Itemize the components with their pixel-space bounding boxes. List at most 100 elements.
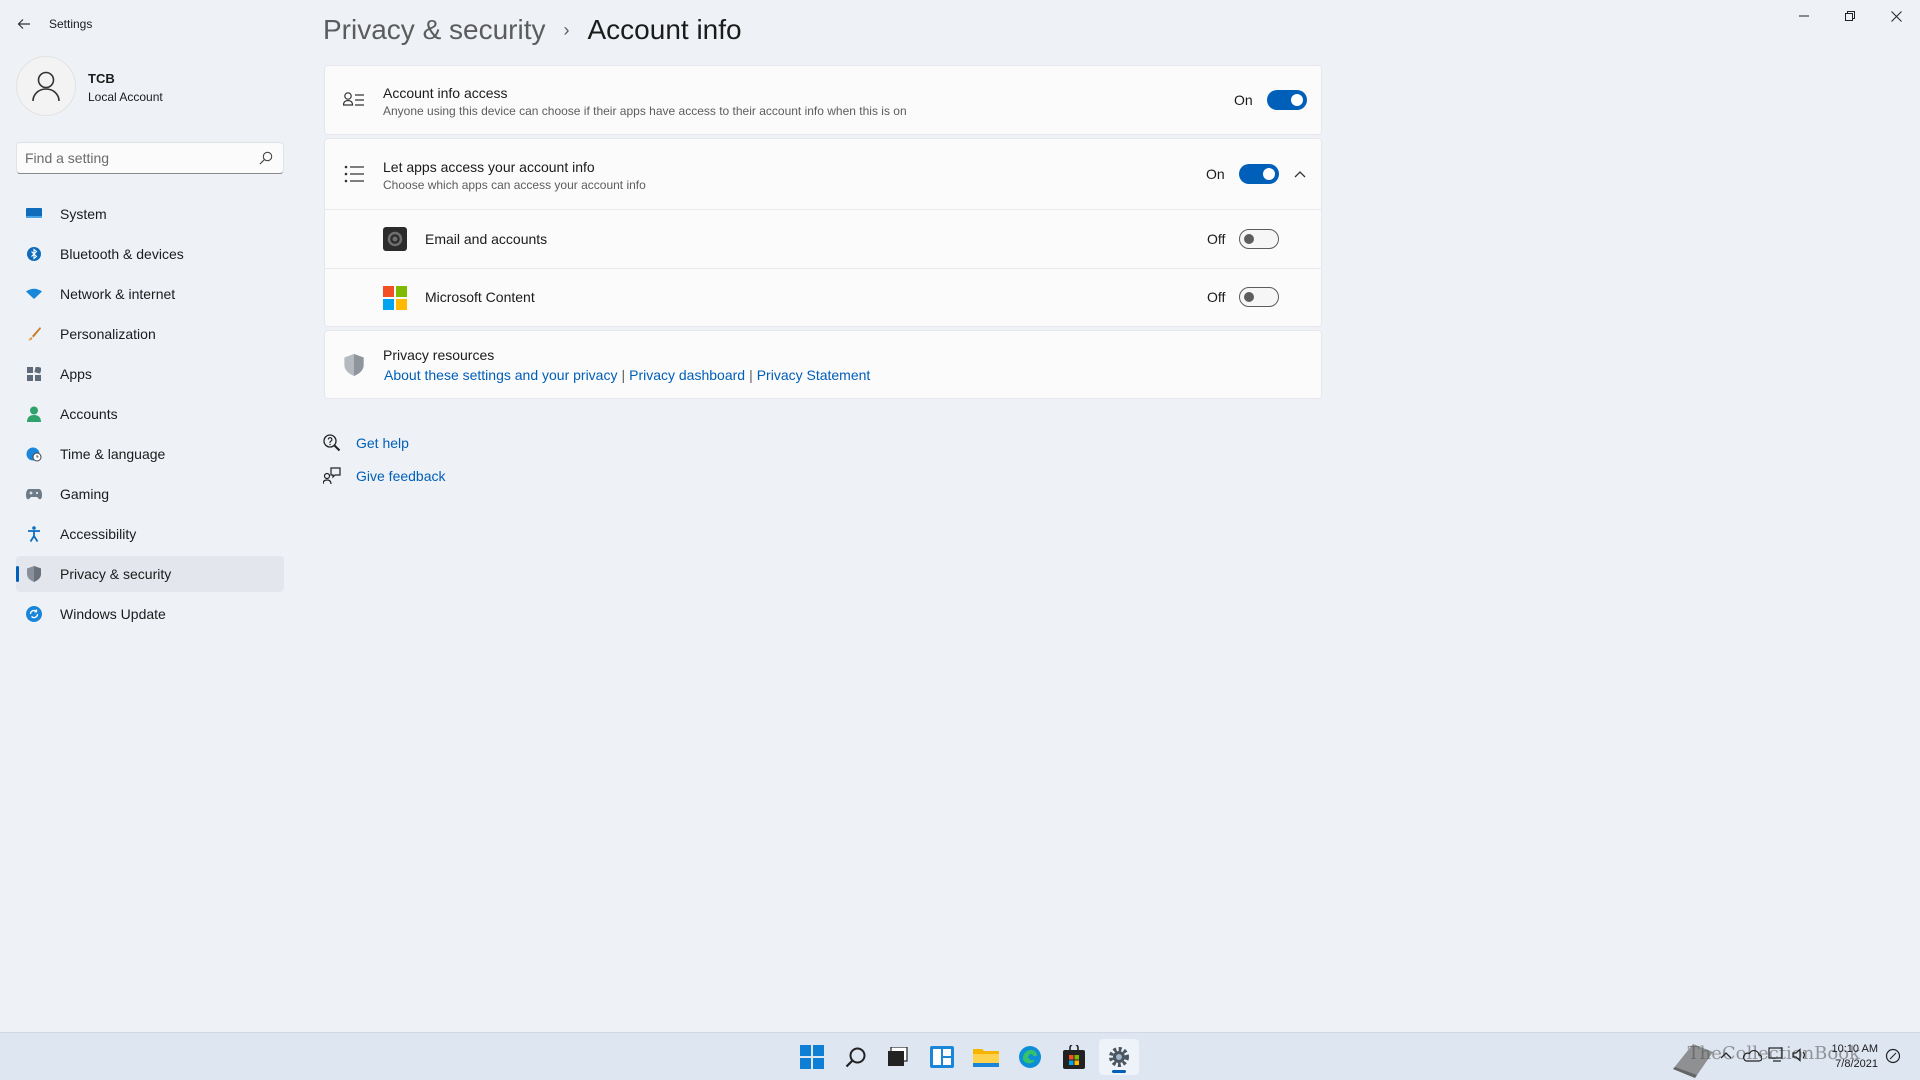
app-name: Email and accounts xyxy=(425,231,548,247)
sidebar-item-system[interactable]: System xyxy=(16,196,284,232)
privacy-resources-card: Privacy resources About these settings a… xyxy=(324,330,1322,399)
link-separator: | xyxy=(621,367,626,383)
sidebar-item-label: Network & internet xyxy=(60,286,176,302)
sidebar-item-privacy-security[interactable]: Privacy & security xyxy=(16,556,284,592)
file-explorer-button[interactable] xyxy=(966,1039,1006,1075)
search-input[interactable] xyxy=(25,143,245,173)
account-info-access-toggle[interactable] xyxy=(1267,90,1307,110)
network-icon[interactable] xyxy=(1768,1047,1786,1063)
privacy-statement-link[interactable]: Privacy Statement xyxy=(757,367,871,383)
about-privacy-link[interactable]: About these settings and your privacy xyxy=(384,367,617,383)
globe-clock-icon xyxy=(26,446,42,462)
settings-window: Settings TCB Local Account System Blueto… xyxy=(0,0,1920,1032)
breadcrumb-parent-link[interactable]: Privacy & security xyxy=(323,14,546,46)
sidebar-item-label: System xyxy=(60,206,107,222)
toggle-knob xyxy=(1244,234,1254,244)
page-title: Account info xyxy=(587,14,742,45)
app-row-microsoft-content: Microsoft Content Off xyxy=(325,269,1321,327)
taskbar-search-button[interactable] xyxy=(836,1039,876,1075)
sidebar-item-label: Gaming xyxy=(60,486,110,502)
email-accounts-app-icon xyxy=(383,227,407,251)
accounts-icon xyxy=(26,406,42,422)
start-button[interactable] xyxy=(792,1039,832,1075)
give-feedback-row[interactable]: Give feedback xyxy=(322,464,446,488)
user-icon xyxy=(32,71,60,102)
sidebar-item-network[interactable]: Network & internet xyxy=(16,276,284,312)
privacy-resources-title: Privacy resources xyxy=(383,347,495,363)
sidebar-item-label: Accounts xyxy=(60,406,118,422)
sidebar-item-windows-update[interactable]: Windows Update xyxy=(16,596,284,632)
onedrive-icon[interactable] xyxy=(1742,1048,1762,1062)
get-help-link[interactable]: Get help xyxy=(356,435,409,451)
search-icon[interactable] xyxy=(259,151,273,165)
privacy-dashboard-link[interactable]: Privacy dashboard xyxy=(629,367,745,383)
microsoft-logo-icon xyxy=(383,286,407,310)
settings-taskbar-button[interactable] xyxy=(1099,1039,1139,1075)
let-apps-access-card: Let apps access your account info Choose… xyxy=(324,138,1322,327)
back-button[interactable] xyxy=(12,12,36,36)
sidebar-item-gaming[interactable]: Gaming xyxy=(16,476,284,512)
app-title: Settings xyxy=(49,17,93,31)
sidebar-item-bluetooth[interactable]: Bluetooth & devices xyxy=(16,236,284,272)
app-name: Microsoft Content xyxy=(425,289,535,305)
edge-button[interactable] xyxy=(1010,1039,1050,1075)
get-help-row[interactable]: Get help xyxy=(322,431,409,455)
taskbar: TheCollectionBook 10:10 AM 7/8/2021 xyxy=(0,1032,1920,1080)
list-icon xyxy=(343,163,365,185)
settings-icon xyxy=(1109,1047,1129,1067)
sidebar-item-label: Time & language xyxy=(60,446,166,462)
let-apps-access-header[interactable]: Let apps access your account info Choose… xyxy=(325,139,1321,209)
app-state: Off xyxy=(1207,289,1226,305)
close-icon xyxy=(1890,10,1902,22)
task-view-icon xyxy=(888,1047,908,1066)
search-box xyxy=(16,142,284,174)
profile-account-type: Local Account xyxy=(88,90,163,104)
toggle-knob xyxy=(1291,94,1303,106)
search-icon xyxy=(845,1047,866,1068)
shield-icon xyxy=(343,354,365,376)
notification-icon[interactable] xyxy=(1885,1048,1901,1064)
start-icon xyxy=(800,1045,824,1069)
account-info-access-state: On xyxy=(1234,92,1253,108)
let-apps-access-toggle[interactable] xyxy=(1239,164,1279,184)
sidebar-item-apps[interactable]: Apps xyxy=(16,356,284,392)
minimize-button[interactable] xyxy=(1781,0,1827,32)
give-feedback-link[interactable]: Give feedback xyxy=(356,468,446,484)
volume-icon[interactable] xyxy=(1792,1048,1808,1062)
store-icon xyxy=(1063,1045,1085,1069)
toggle-knob xyxy=(1244,292,1254,302)
app-state: Off xyxy=(1207,231,1226,247)
close-button[interactable] xyxy=(1873,0,1919,32)
sidebar-item-accessibility[interactable]: Accessibility xyxy=(16,516,284,552)
sidebar-nav: System Bluetooth & devices Network & int… xyxy=(16,196,284,636)
brush-icon xyxy=(26,326,42,342)
shield-icon xyxy=(26,566,42,582)
file-explorer-icon xyxy=(973,1049,999,1067)
let-apps-access-title: Let apps access your account info xyxy=(383,159,595,175)
edge-icon xyxy=(1019,1046,1041,1068)
restore-icon xyxy=(1845,11,1855,21)
email-accounts-toggle[interactable] xyxy=(1239,229,1279,249)
chevron-up-icon[interactable] xyxy=(1720,1051,1732,1059)
title-bar: Settings xyxy=(0,0,1920,48)
task-view-button[interactable] xyxy=(878,1039,918,1075)
store-button[interactable] xyxy=(1054,1039,1094,1075)
let-apps-access-state: On xyxy=(1206,166,1225,182)
get-help-icon xyxy=(322,433,342,453)
sidebar-item-personalization[interactable]: Personalization xyxy=(16,316,284,352)
wifi-icon xyxy=(26,286,42,302)
chevron-up-icon[interactable] xyxy=(1292,166,1308,182)
widgets-button[interactable] xyxy=(922,1039,962,1075)
microsoft-content-toggle[interactable] xyxy=(1239,287,1279,307)
account-info-access-card: Account info access Anyone using this de… xyxy=(324,65,1322,135)
taskbar-clock[interactable]: 10:10 AM 7/8/2021 xyxy=(1832,1042,1878,1072)
sidebar-item-label: Apps xyxy=(60,366,92,382)
minimize-icon xyxy=(1799,15,1809,17)
widgets-icon xyxy=(930,1046,954,1068)
feedback-icon xyxy=(322,466,342,486)
sidebar-item-accounts[interactable]: Accounts xyxy=(16,396,284,432)
breadcrumb-chevron-icon: › xyxy=(563,19,570,40)
user-profile[interactable]: TCB Local Account xyxy=(16,56,276,120)
restore-button[interactable] xyxy=(1827,0,1873,32)
sidebar-item-time-language[interactable]: Time & language xyxy=(16,436,284,472)
